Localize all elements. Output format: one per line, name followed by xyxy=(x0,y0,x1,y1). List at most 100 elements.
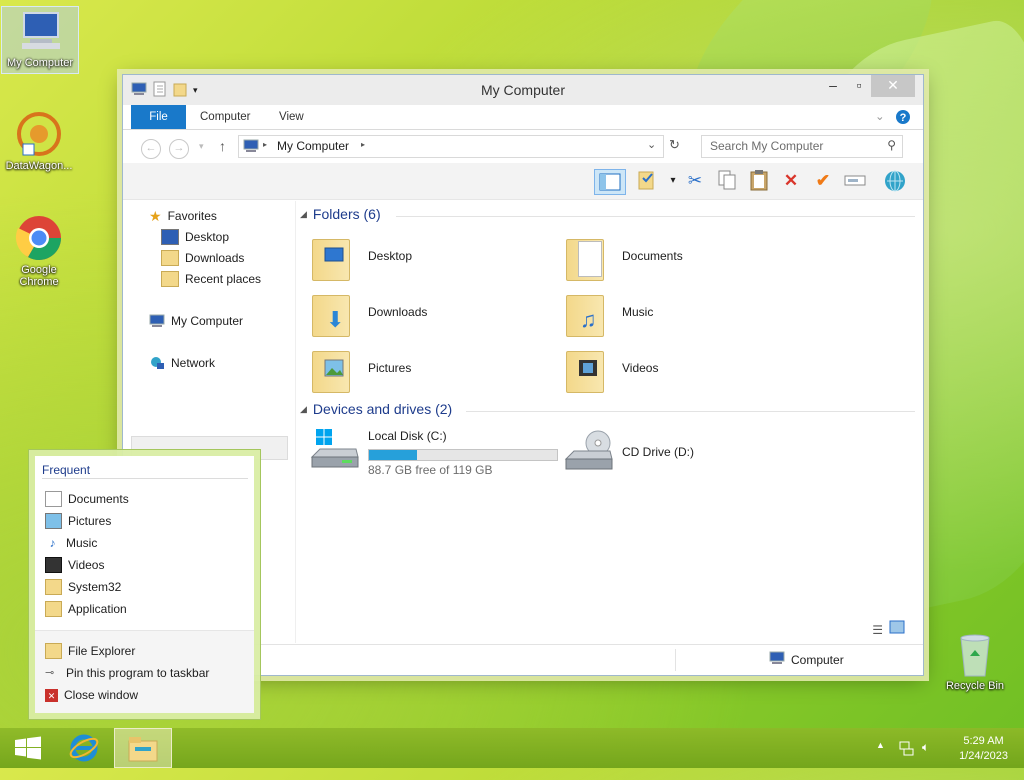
jump-item-label: Videos xyxy=(68,558,105,572)
folder-videos[interactable]: Videos xyxy=(556,343,796,395)
jump-action-pin[interactable]: ⊸ Pin this program to taskbar xyxy=(45,663,209,683)
jump-action-label: Pin this program to taskbar xyxy=(66,666,210,680)
nav-favorites[interactable]: ★ Favorites xyxy=(149,206,217,226)
desktop-icon-my-computer[interactable]: My Computer xyxy=(1,6,79,74)
content-pane: ◢ Folders (6) Desktop Documents ⬇ Downlo… xyxy=(295,201,915,643)
tab-file[interactable]: File xyxy=(131,105,186,129)
network-globe-icon[interactable] xyxy=(883,169,907,193)
details-view-icon[interactable]: ☰ xyxy=(872,623,883,637)
drive-cd-d[interactable]: CD Drive (D:) xyxy=(556,427,796,477)
close-button[interactable]: ✕ xyxy=(871,75,915,97)
taskbar-jump-list: Frequent Documents Pictures ♪ Music Vide… xyxy=(28,449,261,720)
nav-downloads[interactable]: Downloads xyxy=(161,248,244,268)
drive-name: CD Drive (D:) xyxy=(622,445,694,459)
folder-icon xyxy=(45,579,62,595)
clock-time: 5:29 AM xyxy=(963,735,1004,747)
file-explorer-icon xyxy=(128,737,158,762)
jump-item-pictures[interactable]: Pictures xyxy=(45,511,111,531)
forward-button[interactable]: → xyxy=(169,139,189,159)
nav-network[interactable]: Network xyxy=(149,353,215,373)
jump-list-header: Frequent xyxy=(42,463,91,477)
minimize-button[interactable]: – xyxy=(823,75,843,97)
collapse-icon[interactable]: ◢ xyxy=(300,404,307,415)
help-icon[interactable]: ? xyxy=(895,105,911,129)
copy-icon[interactable] xyxy=(715,169,739,193)
breadcrumb-separator-icon[interactable]: ▸ xyxy=(361,140,365,149)
network-icon xyxy=(149,356,165,370)
desktop-icon-label: Google Chrome xyxy=(19,264,59,288)
chevron-down-icon[interactable]: ▾ xyxy=(661,169,685,193)
folder-music[interactable]: ♫ Music xyxy=(556,287,796,339)
divider xyxy=(396,216,915,217)
taskbar-file-explorer[interactable] xyxy=(114,728,172,768)
jump-item-documents[interactable]: Documents xyxy=(45,489,129,509)
drives-group-header[interactable]: ◢ Devices and drives (2) xyxy=(300,401,452,417)
breadcrumb-separator-icon[interactable]: ▸ xyxy=(263,140,267,149)
checkmark-icon[interactable]: ✔ xyxy=(811,169,835,193)
desktop-icon-chrome[interactable]: Google Chrome xyxy=(1,214,77,288)
folder-documents[interactable]: Documents xyxy=(556,231,796,283)
chevron-down-icon[interactable]: ⌄ xyxy=(875,105,885,129)
jump-item-label: System32 xyxy=(68,580,122,594)
show-hidden-icons-icon[interactable]: ▲ xyxy=(876,740,885,750)
nav-label: Favorites xyxy=(167,209,217,223)
taskbar-clock[interactable]: 5:29 AM 1/24/2023 xyxy=(959,734,1008,764)
jump-action-file-explorer[interactable]: File Explorer xyxy=(45,641,135,661)
jump-action-label: Close window xyxy=(64,688,139,702)
jump-item-label: Documents xyxy=(68,492,129,506)
jump-item-application[interactable]: Application xyxy=(45,599,127,619)
refresh-icon[interactable]: ↻ xyxy=(669,137,680,153)
folder-name: Pictures xyxy=(368,361,412,375)
desktop-icon-datawagon[interactable]: DataWagon... xyxy=(1,110,77,172)
address-field[interactable]: ▸ My Computer ▸ ⌄ xyxy=(238,135,664,158)
rename-icon[interactable] xyxy=(843,169,867,193)
volume-icon[interactable]: 🔈︎ xyxy=(922,740,929,755)
drive-local-disk-c[interactable]: Local Disk (C:) 88.7 GB free of 119 GB xyxy=(302,427,562,477)
status-location: Computer xyxy=(769,651,844,668)
network-status-icon[interactable] xyxy=(898,740,914,759)
folder-name: Videos xyxy=(622,361,659,375)
paste-icon[interactable] xyxy=(747,169,771,193)
checklist-icon[interactable] xyxy=(635,169,659,193)
search-icon[interactable]: ⚲ xyxy=(887,138,896,152)
folder-desktop[interactable]: Desktop xyxy=(302,231,542,283)
title-bar[interactable]: ▾ My Computer – ▫ ✕ xyxy=(123,75,923,105)
folder-pictures[interactable]: Pictures xyxy=(302,343,542,395)
jump-item-music[interactable]: ♪ Music xyxy=(45,533,98,553)
tab-computer[interactable]: Computer xyxy=(200,105,251,129)
tab-view[interactable]: View xyxy=(279,105,304,129)
taskbar-internet-explorer[interactable] xyxy=(56,728,112,768)
maximize-button[interactable]: ▫ xyxy=(849,75,869,97)
address-dropdown-icon[interactable]: ⌄ xyxy=(647,138,656,151)
folders-group-header[interactable]: ◢ Folders (6) xyxy=(300,206,381,222)
folder-downloads[interactable]: ⬇ Downloads xyxy=(302,287,542,339)
cut-icon[interactable]: ✂ xyxy=(683,169,707,193)
jump-action-close-window[interactable]: ✕ Close window xyxy=(45,685,138,705)
downloads-folder-icon xyxy=(161,250,179,266)
search-input[interactable]: Search My Computer ⚲ xyxy=(701,135,903,158)
start-button[interactable] xyxy=(0,728,56,768)
jump-item-videos[interactable]: Videos xyxy=(45,555,104,575)
nav-desktop[interactable]: Desktop xyxy=(161,227,229,247)
computer-icon xyxy=(149,314,165,328)
delete-icon[interactable]: ✕ xyxy=(779,169,803,193)
preview-pane-icon[interactable] xyxy=(594,169,626,195)
divider xyxy=(466,411,915,412)
breadcrumb-my-computer[interactable]: My Computer xyxy=(277,139,349,153)
nav-label: Network xyxy=(171,356,216,370)
nav-my-computer[interactable]: My Computer xyxy=(149,311,243,331)
jump-item-system32[interactable]: System32 xyxy=(45,577,121,597)
nav-recent-places[interactable]: Recent places xyxy=(161,269,261,289)
desktop-icon-recycle-bin[interactable]: Recycle Bin xyxy=(937,630,1013,692)
status-location-label: Computer xyxy=(791,652,844,667)
back-button[interactable]: ← xyxy=(141,139,161,159)
jump-item-label: Application xyxy=(68,602,127,616)
divider xyxy=(42,478,248,479)
large-icons-view-icon[interactable] xyxy=(889,620,905,637)
up-button[interactable]: ↑ xyxy=(219,138,226,154)
recent-locations-chevron-icon[interactable]: ▾ xyxy=(199,141,204,152)
nav-label: Recent places xyxy=(185,272,262,286)
hard-drive-icon xyxy=(310,429,360,476)
computer-icon xyxy=(16,7,64,55)
collapse-icon[interactable]: ◢ xyxy=(300,209,307,220)
